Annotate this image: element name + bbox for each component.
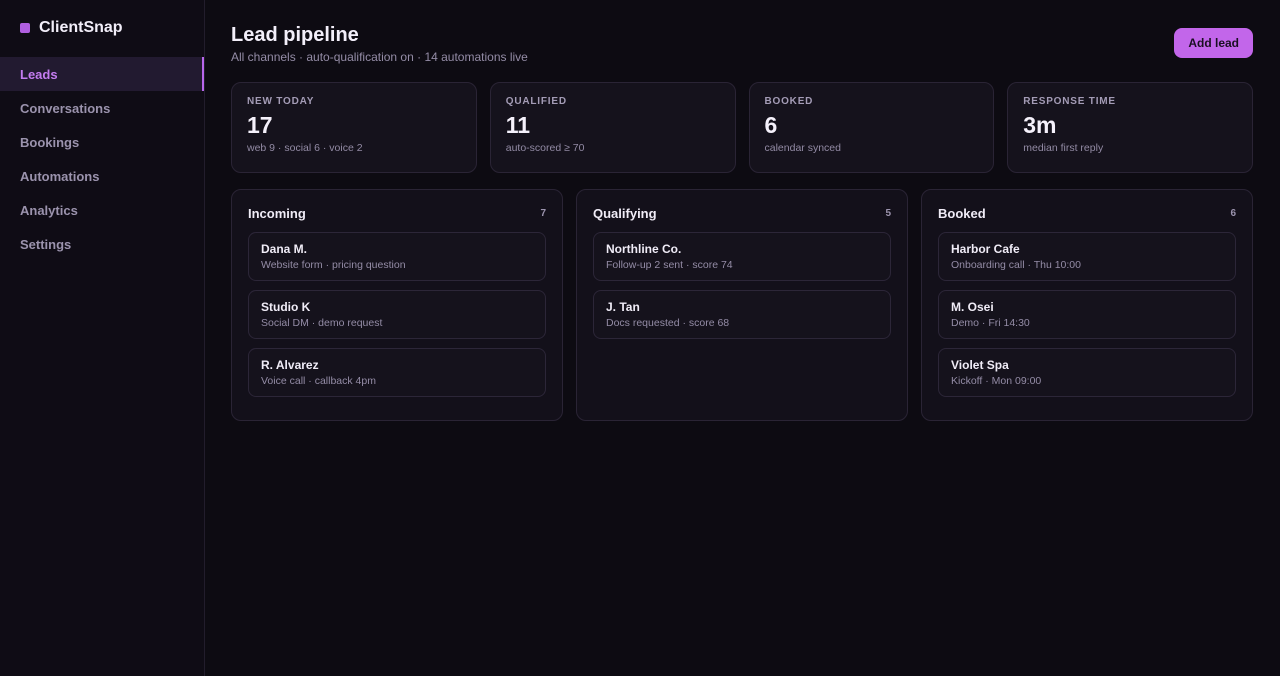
column-title: Qualifying: [593, 205, 657, 221]
column-count: 7: [540, 207, 546, 219]
stat-value: 11: [505, 112, 531, 138]
add-lead-button[interactable]: Add lead: [1174, 28, 1253, 58]
brand-name: ClientSnap: [39, 18, 123, 36]
lead-card[interactable]: Studio K Social DM · demo request: [248, 290, 546, 339]
lead-meta: Demo · Fri 14:30: [951, 317, 1030, 329]
page-subtitle: All channels · auto-qualification on · 1…: [231, 50, 528, 64]
stat-value: 3m: [1023, 112, 1057, 138]
column-cards: Northline Co. Follow-up 2 sent · score 7…: [593, 232, 891, 339]
sidebar-item-settings[interactable]: Settings: [0, 227, 204, 261]
stat-card-new-today: NEW TODAY 17 web 9 · social 6 · voice 2: [231, 82, 477, 173]
lead-meta: Kickoff · Mon 09:00: [951, 375, 1042, 387]
sidebar: ClientSnap Leads Conversations Bookings …: [0, 0, 205, 676]
sidebar-item-label: Automations: [20, 168, 100, 184]
lead-meta: Voice call · callback 4pm: [261, 375, 376, 387]
stat-label: NEW TODAY: [247, 96, 315, 107]
pipeline-column-qualifying: Qualifying 5 Northline Co. Follow-up 2 s…: [576, 189, 908, 421]
page-title: Lead pipeline: [231, 24, 359, 46]
sidebar-item-bookings[interactable]: Bookings: [0, 125, 204, 159]
sidebar-item-label: Conversations: [20, 100, 111, 116]
sidebar-item-label: Bookings: [20, 134, 80, 150]
stat-card-qualified: QUALIFIED 11 auto-scored ≥ 70: [489, 82, 736, 173]
pipeline-column-incoming: Incoming 7 Dana M. Website form · pricin…: [231, 189, 563, 421]
sidebar-item-automations[interactable]: Automations: [0, 159, 204, 193]
lead-meta: Docs requested · score 68: [606, 317, 730, 329]
stats-row: NEW TODAY 17 web 9 · social 6 · voice 2 …: [231, 82, 1253, 173]
stat-value: 17: [247, 112, 273, 138]
lead-card[interactable]: R. Alvarez Voice call · callback 4pm: [248, 348, 546, 397]
lead-name: M. Osei: [951, 300, 994, 314]
stat-note: median first reply: [1023, 142, 1104, 154]
lead-meta: Social DM · demo request: [261, 317, 383, 329]
sidebar-item-label: Leads: [20, 66, 58, 82]
column-cards: Harbor Cafe Onboarding call · Thu 10:00 …: [938, 232, 1236, 397]
stat-label: QUALIFIED: [505, 96, 567, 107]
pipeline-column-booked: Booked 6 Harbor Cafe Onboarding call · T…: [921, 189, 1253, 421]
sidebar-item-analytics[interactable]: Analytics: [0, 193, 204, 227]
column-title: Booked: [938, 205, 986, 221]
stat-card-booked: BOOKED 6 calendar synced: [748, 82, 995, 173]
lead-card[interactable]: Harbor Cafe Onboarding call · Thu 10:00: [938, 232, 1236, 281]
column-title: Incoming: [248, 205, 306, 221]
column-cards: Dana M. Website form · pricing question …: [248, 232, 546, 397]
sidebar-item-conversations[interactable]: Conversations: [0, 91, 204, 125]
column-count: 5: [885, 207, 891, 219]
lead-name: Northline Co.: [606, 242, 682, 256]
lead-card[interactable]: M. Osei Demo · Fri 14:30: [938, 290, 1236, 339]
lead-name: Dana M.: [261, 242, 308, 256]
lead-meta: Onboarding call · Thu 10:00: [951, 259, 1081, 271]
sidebar-item-label: Analytics: [20, 202, 78, 218]
page-header: Lead pipeline All channels · auto-qualif…: [231, 22, 1253, 82]
column-header: Qualifying 5: [593, 204, 891, 222]
lead-card[interactable]: Violet Spa Kickoff · Mon 09:00: [938, 348, 1236, 397]
stat-note: web 9 · social 6 · voice 2: [247, 142, 363, 154]
lead-name: R. Alvarez: [261, 358, 319, 372]
app-root: ClientSnap Leads Conversations Bookings …: [0, 0, 1280, 676]
lead-meta: Website form · pricing question: [261, 259, 406, 271]
stat-label: BOOKED: [764, 96, 814, 107]
column-header: Booked 6: [938, 204, 1236, 222]
stat-value: 6: [764, 112, 778, 138]
column-count: 6: [1230, 207, 1236, 219]
column-header: Incoming 7: [248, 204, 546, 222]
brand-logo-icon: [20, 22, 30, 33]
stat-label: RESPONSE TIME: [1023, 96, 1116, 107]
lead-name: Violet Spa: [951, 358, 1009, 372]
lead-meta: Follow-up 2 sent · score 74: [606, 259, 733, 271]
sidebar-item-leads[interactable]: Leads: [0, 57, 204, 91]
lead-name: J. Tan: [606, 300, 640, 314]
lead-card[interactable]: J. Tan Docs requested · score 68: [593, 290, 891, 339]
lead-card[interactable]: Northline Co. Follow-up 2 sent · score 7…: [593, 232, 891, 281]
lead-name: Studio K: [261, 300, 311, 314]
pipeline-board: Incoming 7 Dana M. Website form · pricin…: [231, 189, 1253, 421]
lead-card[interactable]: Dana M. Website form · pricing question: [248, 232, 546, 281]
sidebar-nav: Leads Conversations Bookings Automations…: [0, 57, 204, 261]
sidebar-item-label: Settings: [20, 236, 72, 252]
stat-note: calendar synced: [764, 142, 841, 154]
lead-name: Harbor Cafe: [951, 242, 1020, 256]
main-content: Lead pipeline All channels · auto-qualif…: [205, 0, 1280, 676]
brand[interactable]: ClientSnap: [0, 0, 204, 57]
stat-note: auto-scored ≥ 70: [505, 142, 585, 154]
stat-card-response-time: RESPONSE TIME 3m median first reply: [1007, 82, 1253, 173]
